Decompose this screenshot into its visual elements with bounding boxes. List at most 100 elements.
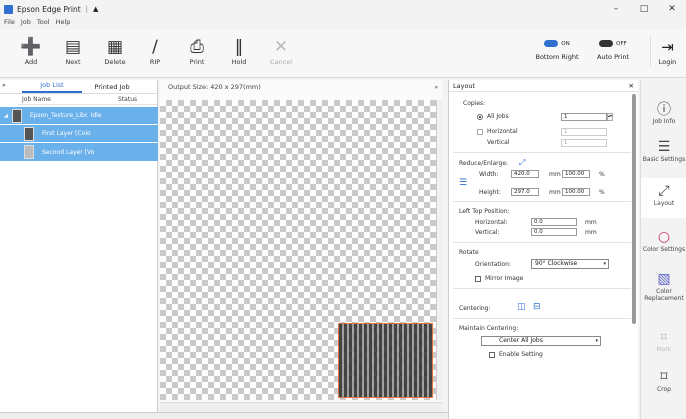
rip-icon: ∕ <box>152 37 158 57</box>
sidebar-item-mark[interactable]: ⌗ Mark <box>641 328 686 353</box>
orientation-select[interactable]: 90° Clockwise ▾ <box>531 259 609 269</box>
job-row-second-layer[interactable]: Second Layer [Vo <box>0 143 158 161</box>
link-aspect-icon[interactable]: ☰ <box>459 178 467 188</box>
bottom-right-toggle[interactable]: ON Bottom Right <box>532 40 582 61</box>
tab-printed-job[interactable]: Printed Job <box>82 83 142 93</box>
toggle-on-icon <box>544 40 559 47</box>
sidebar-item-layout[interactable]: ⤢ Layout <box>641 178 686 218</box>
job-list-panel: » Job List Printed Job Job Name Status ◢… <box>0 80 158 412</box>
copies-label: Copies: <box>463 100 486 107</box>
copies-horizontal-input[interactable]: 1 <box>561 128 607 136</box>
maintain-centering-label: Maintain Centering: <box>459 325 519 332</box>
status-scrollbar[interactable] <box>0 412 448 419</box>
all-jobs-radio[interactable] <box>477 114 483 120</box>
height-input[interactable]: 297.0 <box>511 188 539 196</box>
toggle-off-icon <box>599 40 614 47</box>
job-list-header: Job Name Status <box>18 94 157 105</box>
cancel-icon: ✕ <box>273 37 289 57</box>
layout-panel: Layout ✕ Copies: All Jobs 1 ▴▾ Horizonta… <box>448 80 638 419</box>
copies-vertical-input[interactable]: 1 <box>561 139 607 147</box>
settings-sidebar: ⓘ Job Info ☰ Basic Settings ⤢ Layout ○ Color… <box>640 80 686 419</box>
width-input[interactable]: 420.0 <box>511 170 539 178</box>
preview-area: Output Size: 420 x 297(mm) » <box>160 80 442 412</box>
mark-icon: ⌗ <box>660 329 668 345</box>
window-title: Epson Edge Print <box>17 4 81 14</box>
height-percent-input[interactable]: 100.00 <box>562 188 590 196</box>
auto-print-toggle[interactable]: OFF Auto Print <box>594 40 632 61</box>
add-icon: ➕ <box>20 37 42 57</box>
layout-panel-title: Layout <box>453 81 476 90</box>
column-status[interactable]: Status <box>114 94 141 104</box>
next-icon: ▤ <box>64 37 82 57</box>
collapse-icon[interactable]: » <box>434 84 438 91</box>
list-icon: ☰ <box>657 139 671 155</box>
sidebar-item-color-replacement[interactable]: ▧ Color Replacement <box>641 270 686 302</box>
title-bar: Epson Edge Print | ▲ – □ ✕ <box>0 0 686 18</box>
info-icon: ⓘ <box>657 102 671 118</box>
menu-tool[interactable]: Tool <box>37 18 50 28</box>
tab-job-list[interactable]: Job List <box>22 81 82 93</box>
position-horizontal-input[interactable]: 0.0 <box>531 218 577 226</box>
toolbar: ➕ Add ▤ Next ▦ Delete ∕ RIP ⎙ Print ‖ Hold ✕ Ca… <box>0 30 686 78</box>
reduce-enlarge-label: Reduce/Enlarge: <box>459 160 509 167</box>
layer-thumbnail <box>24 145 34 159</box>
expand-icon[interactable]: ◢ <box>4 113 8 119</box>
maximize-button[interactable]: □ <box>630 0 658 18</box>
sidebar-item-color-settings[interactable]: ○ Color Settings <box>641 228 686 253</box>
sidebar-item-crop[interactable]: ⌑ Crop <box>641 368 686 393</box>
menu-bar: File Job Tool Help <box>0 18 686 28</box>
mirror-image-checkbox[interactable] <box>475 276 481 282</box>
output-size-label: Output Size: 420 x 297(mm) <box>168 83 261 91</box>
pause-icon: ‖ <box>234 37 244 57</box>
job-row-first-layer[interactable]: First Layer [Colo <box>0 125 158 142</box>
sidebar-item-basic-settings[interactable]: ☰ Basic Settings <box>641 138 686 163</box>
trash-icon: ▦ <box>106 37 124 57</box>
left-top-position-label: Left Top Position: <box>459 208 510 215</box>
login-icon: ⇥ <box>661 38 674 56</box>
add-button[interactable]: ➕ Add <box>12 36 50 66</box>
minimize-button[interactable]: – <box>602 0 630 18</box>
print-button[interactable]: ⎙ Print <box>178 36 216 66</box>
center-horizontal-icon[interactable]: ◫ <box>517 302 526 312</box>
rotate-label: Rotate <box>459 249 479 256</box>
chevron-down-icon: ▾ <box>603 261 606 267</box>
center-vertical-icon[interactable]: ⊟ <box>533 302 541 312</box>
layer-thumbnail <box>24 126 34 141</box>
menu-help[interactable]: Help <box>56 18 71 28</box>
cancel-button[interactable]: ✕ Cancel <box>262 36 300 66</box>
rip-button[interactable]: ∕ RIP <box>136 36 174 66</box>
crop-icon: ⌑ <box>660 369 668 385</box>
menu-file[interactable]: File <box>4 18 15 28</box>
delete-button[interactable]: ▦ Delete <box>96 36 134 66</box>
job-thumbnail <box>11 108 22 123</box>
printer-icon: ⎙ <box>190 37 204 57</box>
pin-icon[interactable]: ▲ <box>93 5 98 13</box>
copies-all-input[interactable]: 1 <box>561 113 607 121</box>
enable-setting-checkbox[interactable] <box>489 352 495 358</box>
login-button[interactable]: ⇥ Login <box>650 36 684 66</box>
print-image-preview[interactable] <box>338 323 433 398</box>
vertical-ruler <box>436 100 442 400</box>
hold-button[interactable]: ‖ Hold <box>220 36 258 66</box>
color-replacement-icon: ▧ <box>657 271 671 287</box>
width-percent-input[interactable]: 100.00 <box>562 170 590 178</box>
close-icon[interactable]: ✕ <box>629 82 634 90</box>
color-wheel-icon: ○ <box>657 229 671 245</box>
copies-all-spinner[interactable]: ▴▾ <box>607 113 613 121</box>
sidebar-item-job-info[interactable]: ⓘ Job Info <box>641 100 686 125</box>
job-row-parent[interactable]: ◢ Epson_Texture_Libr. Idle <box>0 107 158 124</box>
vertical-scrollbar[interactable] <box>632 94 636 324</box>
close-window-button[interactable]: ✕ <box>658 0 686 18</box>
app-logo-icon <box>4 4 13 14</box>
menu-job[interactable]: Job <box>21 18 31 28</box>
centering-label: Centering: <box>459 305 491 312</box>
collapse-panel-icon[interactable]: » <box>2 82 6 89</box>
fit-icon[interactable]: ⤢ <box>519 158 525 168</box>
maintain-centering-select[interactable]: Center All Jobs ▾ <box>481 336 601 346</box>
layout-icon: ⤢ <box>658 183 670 199</box>
position-vertical-input[interactable]: 0.0 <box>531 228 577 236</box>
horizontal-scrollbar[interactable] <box>160 402 442 412</box>
next-button[interactable]: ▤ Next <box>54 36 92 66</box>
column-job-name[interactable]: Job Name <box>18 94 114 104</box>
horizontal-checkbox[interactable] <box>477 129 483 135</box>
